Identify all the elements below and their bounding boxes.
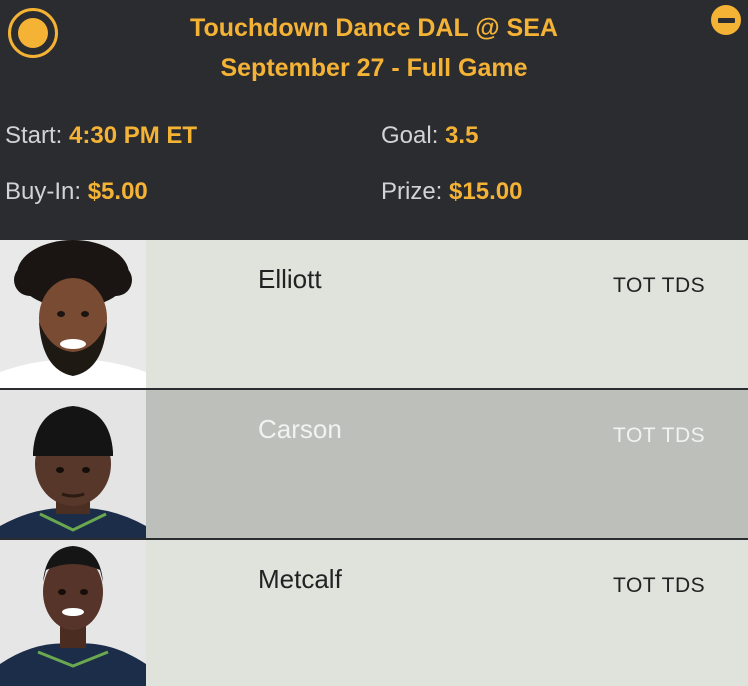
start-value: 4:30 PM ET	[69, 122, 198, 149]
buyin-stat: Buy-In: $5.00	[5, 178, 148, 206]
player-row-metcalf[interactable]: Metcalf TOT TDS	[0, 540, 748, 686]
player-headshot	[0, 240, 146, 388]
stat-type-label: TOT TDS	[613, 424, 706, 447]
buyin-value: $5.00	[87, 178, 148, 205]
stat-type-label: TOT TDS	[613, 574, 706, 597]
collapse-minus-button[interactable]	[711, 5, 741, 35]
goal-value: 3.5	[445, 122, 479, 149]
player-row-carson[interactable]: Carson TOT TDS	[0, 390, 748, 538]
contest-subtitle: September 27 - Full Game	[220, 54, 528, 82]
player-headshot	[0, 390, 146, 538]
player-name: Carson	[258, 414, 342, 444]
minus-icon	[717, 17, 735, 23]
start-time-stat: Start: 4:30 PM ET	[5, 122, 197, 150]
player-headshot	[0, 540, 146, 686]
buyin-label: Buy-In:	[5, 178, 82, 205]
player-name: Elliott	[258, 264, 322, 294]
prize-stat: Prize: $15.00	[381, 178, 522, 206]
goal-stat: Goal: 3.5	[381, 122, 478, 150]
prize-value: $15.00	[449, 178, 523, 205]
prize-label: Prize:	[381, 178, 443, 205]
contest-title: Touchdown Dance DAL @ SEA	[190, 14, 558, 42]
player-name: Metcalf	[258, 564, 342, 594]
goal-label: Goal:	[381, 122, 439, 149]
stat-type-label: TOT TDS	[613, 274, 706, 297]
contest-header: Touchdown Dance DAL @ SEA September 27 -…	[0, 0, 748, 236]
start-label: Start:	[5, 122, 63, 149]
player-row-elliott[interactable]: Elliott TOT TDS	[0, 240, 748, 388]
